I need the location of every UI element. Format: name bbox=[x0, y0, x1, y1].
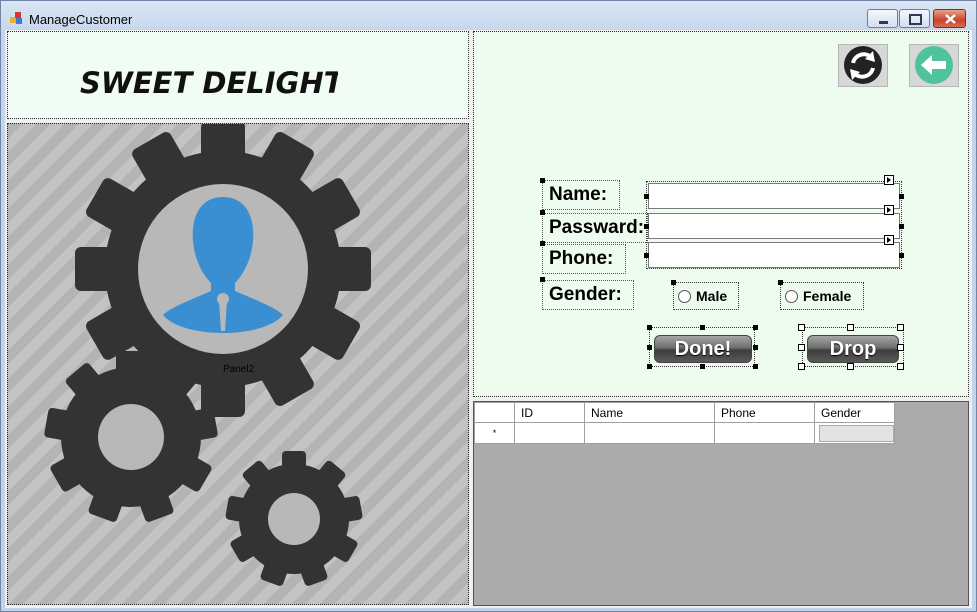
selection-handle bbox=[798, 344, 805, 351]
selection-handle bbox=[778, 280, 783, 285]
male-label: Male bbox=[696, 288, 728, 304]
selection-handle bbox=[540, 241, 545, 246]
selection-handle bbox=[899, 224, 904, 229]
table-row[interactable]: * bbox=[474, 422, 895, 444]
form-panel: Name: Passward: Phone: Gender: Male Fema… bbox=[473, 31, 969, 397]
minimize-icon bbox=[879, 21, 888, 24]
selection-handle bbox=[700, 325, 705, 330]
minimize-button[interactable] bbox=[867, 9, 898, 28]
column-header-id[interactable]: ID bbox=[514, 402, 585, 423]
selection-handle bbox=[798, 363, 805, 370]
window-title: ManageCustomer bbox=[29, 12, 133, 27]
selection-handle bbox=[540, 277, 545, 282]
selection-handle bbox=[644, 224, 649, 229]
brand-text: SWEET DELIGHTS bbox=[80, 66, 338, 100]
selection-handle bbox=[899, 194, 904, 199]
name-input[interactable] bbox=[648, 183, 900, 209]
row-header-corner bbox=[474, 402, 515, 423]
radio-circle-icon bbox=[678, 290, 691, 303]
phone-label: Phone: bbox=[542, 244, 626, 274]
table-cell[interactable] bbox=[814, 422, 895, 444]
grid-header-row: ID Name Phone Gender bbox=[474, 402, 895, 423]
back-button[interactable] bbox=[909, 44, 959, 87]
smart-tag-icon[interactable] bbox=[884, 205, 894, 215]
table-cell[interactable] bbox=[714, 422, 815, 444]
female-label: Female bbox=[803, 288, 852, 304]
selection-handle bbox=[753, 345, 758, 350]
selection-handle bbox=[899, 253, 904, 258]
selection-handle bbox=[647, 364, 652, 369]
selection-handle bbox=[540, 178, 545, 183]
selection-handle bbox=[540, 210, 545, 215]
column-header-name[interactable]: Name bbox=[584, 402, 715, 423]
selection-handle bbox=[753, 325, 758, 330]
selection-handle bbox=[644, 194, 649, 199]
selection-handle bbox=[647, 325, 652, 330]
smart-tag-icon[interactable] bbox=[884, 235, 894, 245]
panel-label: Panel2 bbox=[223, 364, 255, 375]
gender-label: Gender: bbox=[542, 280, 634, 310]
column-header-gender[interactable]: Gender bbox=[814, 402, 895, 423]
selection-handle bbox=[700, 364, 705, 369]
customer-grid[interactable]: ID Name Phone Gender * bbox=[473, 401, 969, 606]
password-label: Passward: bbox=[542, 213, 648, 243]
refresh-icon bbox=[844, 46, 882, 84]
selection-handle bbox=[671, 280, 676, 285]
selection-handle bbox=[798, 324, 805, 331]
restore-icon bbox=[909, 14, 922, 25]
medium-gear-icon bbox=[43, 351, 219, 523]
close-icon bbox=[945, 14, 956, 24]
female-radio[interactable]: Female bbox=[780, 282, 864, 310]
selection-handle bbox=[647, 345, 652, 350]
selection-handle bbox=[897, 344, 904, 351]
grid-table: ID Name Phone Gender * bbox=[474, 402, 895, 444]
selection-handle bbox=[644, 253, 649, 258]
selection-handle bbox=[847, 324, 854, 331]
done-button[interactable]: Done! bbox=[654, 335, 752, 363]
back-arrow-icon bbox=[915, 46, 953, 84]
phone-input[interactable] bbox=[648, 242, 900, 268]
image-panel: Panel2 bbox=[7, 123, 469, 605]
maximize-button[interactable] bbox=[899, 9, 930, 28]
selection-handle bbox=[897, 363, 904, 370]
selection-handle bbox=[897, 324, 904, 331]
app-icon bbox=[10, 12, 22, 24]
drop-button[interactable]: Drop bbox=[807, 335, 899, 363]
small-gear-icon bbox=[224, 451, 364, 588]
table-cell[interactable] bbox=[584, 422, 715, 444]
brand-logo: SWEET DELIGHTS bbox=[80, 66, 338, 100]
close-button[interactable] bbox=[933, 9, 966, 28]
header-panel: SWEET DELIGHTS bbox=[7, 31, 469, 119]
password-input[interactable] bbox=[648, 213, 900, 239]
refresh-button[interactable] bbox=[838, 44, 888, 87]
selection-handle bbox=[847, 363, 854, 370]
name-label: Name: bbox=[542, 180, 620, 210]
column-header-phone[interactable]: Phone bbox=[714, 402, 815, 423]
male-radio[interactable]: Male bbox=[673, 282, 739, 310]
client-area: SWEET DELIGHTS Panel2 Name: Passward: Ph… bbox=[5, 30, 972, 608]
window: ManageCustomer SWEET DELIGHTS Panel2 Nam… bbox=[0, 0, 977, 612]
radio-circle-icon bbox=[785, 290, 798, 303]
new-row-marker: * bbox=[474, 422, 515, 444]
title-bar[interactable]: ManageCustomer bbox=[1, 1, 976, 31]
selection-handle bbox=[753, 364, 758, 369]
table-cell[interactable] bbox=[514, 422, 585, 444]
smart-tag-icon[interactable] bbox=[884, 175, 894, 185]
